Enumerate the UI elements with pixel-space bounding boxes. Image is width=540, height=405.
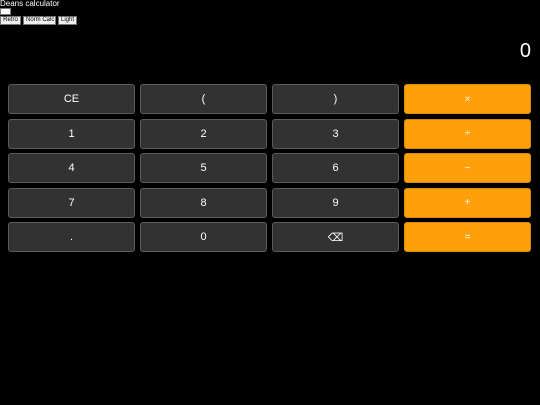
clear-button[interactable]: CE	[8, 84, 135, 114]
equals-button[interactable]: =	[404, 222, 531, 252]
digit-7-button[interactable]: 7	[8, 187, 135, 218]
digit-1-button[interactable]: 1	[8, 118, 135, 149]
digit-9-button[interactable]: 9	[272, 187, 399, 218]
retro-mode-button[interactable]: Retro	[0, 16, 21, 25]
digit-6-button[interactable]: 6	[272, 153, 399, 183]
minus-button[interactable]: −	[404, 153, 531, 183]
plus-button[interactable]: +	[404, 187, 531, 218]
open-paren-button[interactable]: (	[140, 84, 267, 114]
backspace-button[interactable]: ⌫	[272, 222, 399, 252]
app-title: Deans calculator	[0, 0, 60, 8]
divide-button[interactable]: ÷	[404, 118, 531, 149]
light-mode-button[interactable]: Light	[58, 16, 77, 25]
digit-2-button[interactable]: 2	[140, 118, 267, 149]
digit-5-button[interactable]: 5	[140, 153, 267, 183]
norm-calc-mode-button[interactable]: Norm Calc	[23, 16, 56, 25]
digit-0-button[interactable]: 0	[140, 222, 267, 252]
keypad: CE ( ) × 1 2 3 ÷ 4 5 6 − 7 8 9 + . 0 ⌫ =	[8, 84, 532, 252]
digit-8-button[interactable]: 8	[140, 187, 267, 218]
decimal-button[interactable]: .	[8, 222, 135, 252]
multiply-button[interactable]: ×	[404, 84, 531, 114]
close-paren-button[interactable]: )	[272, 84, 399, 114]
digit-3-button[interactable]: 3	[272, 118, 399, 149]
digit-4-button[interactable]: 4	[8, 153, 135, 183]
calculator-display: 0	[519, 40, 531, 62]
menu-toggle[interactable]	[0, 8, 11, 15]
